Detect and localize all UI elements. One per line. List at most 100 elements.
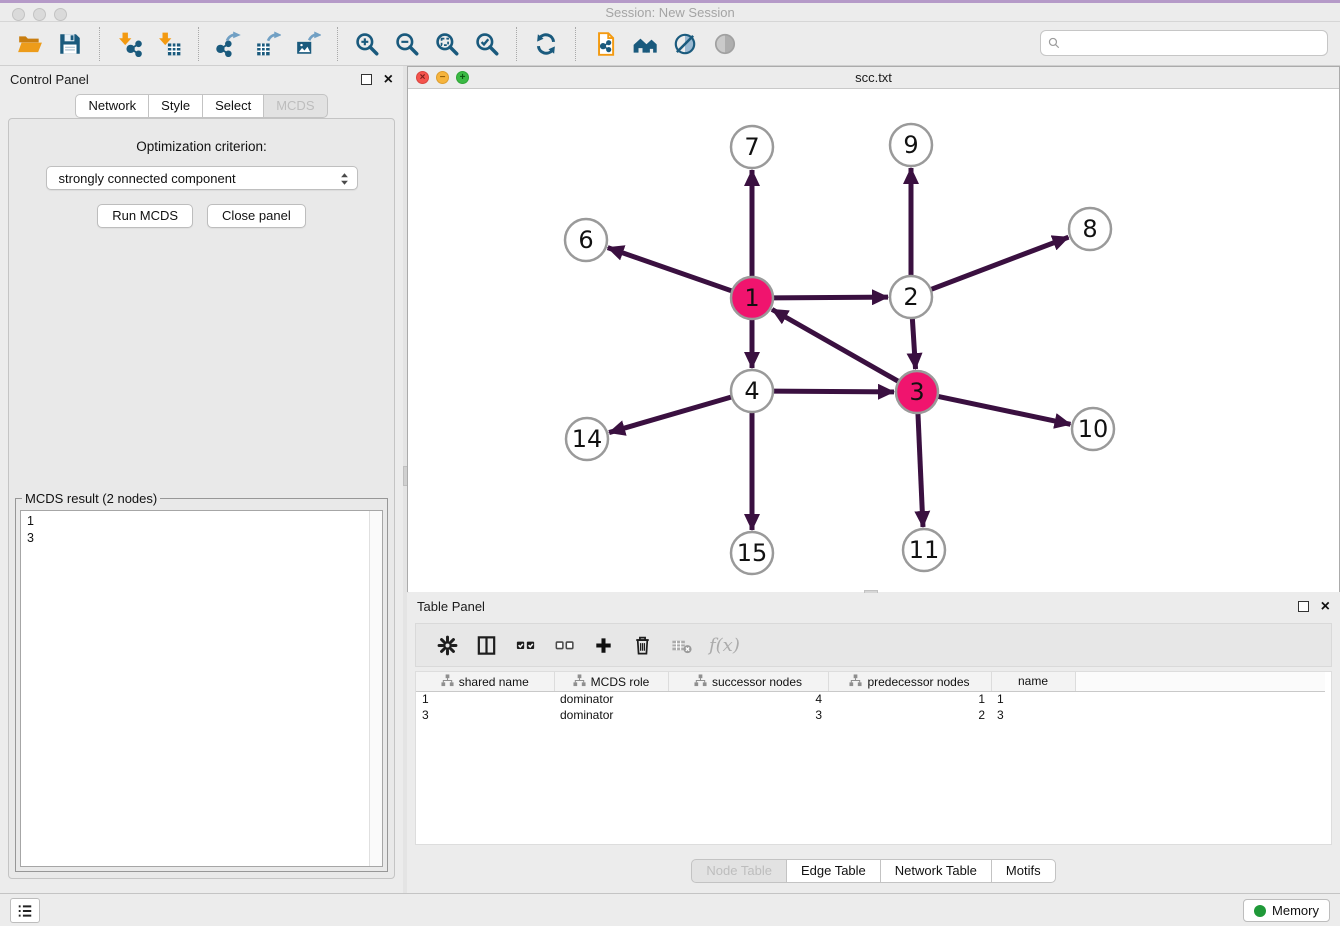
network-from-selection-button[interactable] <box>590 29 620 59</box>
search-icon <box>1047 36 1061 50</box>
cell[interactable]: dominator <box>554 707 668 723</box>
table-tab-network-table[interactable]: Network Table <box>880 859 992 883</box>
add-entry-button[interactable] <box>592 634 615 657</box>
graph-edge-3-10[interactable] <box>938 396 1071 424</box>
right-column: × − + scc.txt 1234678910111415 Table Pan… <box>409 66 1340 893</box>
graph-node-8[interactable]: 8 <box>1069 208 1111 250</box>
float-panel-icon[interactable] <box>361 74 372 85</box>
memory-status-icon <box>1254 905 1266 917</box>
refresh-button[interactable] <box>531 29 561 59</box>
cell[interactable]: 1 <box>416 691 554 707</box>
graph-node-15[interactable]: 15 <box>731 532 773 574</box>
cell[interactable]: 3 <box>416 707 554 723</box>
search-input[interactable] <box>1040 30 1328 56</box>
cell[interactable]: 1 <box>991 691 1075 707</box>
close-panel-button[interactable]: Close panel <box>207 204 306 228</box>
import-table-button[interactable] <box>154 29 184 59</box>
graph-node-10[interactable]: 10 <box>1072 408 1114 450</box>
control-panel-tabs: NetworkStyleSelectMCDS <box>0 94 403 118</box>
cell[interactable]: 4 <box>668 691 828 707</box>
toolbar-separator <box>575 27 576 61</box>
float-table-panel-icon[interactable] <box>1298 601 1309 612</box>
zoom-selected-icon <box>474 31 500 57</box>
mcds-result-area[interactable]: 1 3 <box>20 510 383 867</box>
unselect-all-check-button[interactable] <box>553 634 576 657</box>
graph-edge-1-6[interactable] <box>608 248 732 291</box>
graph-edge-4-14[interactable] <box>609 397 732 433</box>
hide-selected-button[interactable] <box>710 29 740 59</box>
tab-style[interactable]: Style <box>148 94 203 118</box>
network-canvas[interactable]: 1 2 3 4 6 7 8 9 10 11 14 15 <box>408 89 1339 592</box>
zoom-out-button[interactable] <box>392 29 422 59</box>
zoom-fit-button[interactable] <box>432 29 462 59</box>
session-title: Session: New Session <box>0 5 1340 20</box>
export-image-button[interactable] <box>293 29 323 59</box>
mcds-result-group: MCDS result (2 nodes) 1 3 <box>15 491 388 872</box>
graph-node-3[interactable]: 3 <box>896 371 938 413</box>
network-view-window: × − + scc.txt 1234678910111415 <box>407 66 1340 592</box>
visual-styles-button[interactable] <box>670 29 700 59</box>
graph-node-6[interactable]: 6 <box>565 219 607 261</box>
graph-edge-3-11[interactable] <box>918 413 923 527</box>
svg-text:6: 6 <box>578 226 593 254</box>
task-history-button[interactable] <box>10 898 40 923</box>
import-table-icon <box>156 31 182 57</box>
optimization-criterion-select[interactable]: strongly connected component <box>46 166 358 190</box>
close-table-panel-icon[interactable]: × <box>1321 601 1330 612</box>
graph-edge-4-3[interactable] <box>773 391 894 392</box>
zoom-in-button[interactable] <box>352 29 382 59</box>
export-network-button[interactable] <box>213 29 243 59</box>
table-tab-edge-table[interactable]: Edge Table <box>786 859 881 883</box>
cell[interactable]: 3 <box>668 707 828 723</box>
toggle-panel-layout-button[interactable] <box>475 634 498 657</box>
tab-select[interactable]: Select <box>202 94 264 118</box>
result-scrollbar[interactable] <box>369 511 382 866</box>
select-all-check-button[interactable] <box>514 634 537 657</box>
tab-network[interactable]: Network <box>75 94 149 118</box>
first-neighbors-button[interactable] <box>630 29 660 59</box>
column-header-MCDS-role[interactable]: MCDS role <box>554 672 668 691</box>
tab-mcds[interactable]: MCDS <box>263 94 327 118</box>
column-header-predecessor-nodes[interactable]: predecessor nodes <box>828 672 991 691</box>
graph-edge-2-8[interactable] <box>931 237 1069 289</box>
column-header-successor-nodes[interactable]: successor nodes <box>668 672 828 691</box>
cell[interactable]: 3 <box>991 707 1075 723</box>
attribute-icon <box>441 674 454 687</box>
cell[interactable]: 1 <box>828 691 991 707</box>
graph-node-14[interactable]: 14 <box>566 418 608 460</box>
save-session-button[interactable] <box>55 29 85 59</box>
zoom-in-icon <box>354 31 380 57</box>
import-network-button[interactable] <box>114 29 144 59</box>
graph-edge-2-3[interactable] <box>912 318 915 369</box>
table-tab-motifs[interactable]: Motifs <box>991 859 1056 883</box>
delete-entry-button[interactable] <box>631 634 654 657</box>
graph-edge-1-2[interactable] <box>773 297 888 298</box>
memory-label: Memory <box>1272 903 1319 918</box>
graph-node-11[interactable]: 11 <box>903 529 945 571</box>
function-builder-icon: f(x) <box>709 635 740 656</box>
mcds-result-title: MCDS result (2 nodes) <box>22 491 160 506</box>
open-session-button[interactable] <box>15 29 45 59</box>
table-options-button[interactable] <box>436 634 459 657</box>
cell[interactable]: dominator <box>554 691 668 707</box>
run-mcds-button[interactable]: Run MCDS <box>97 204 193 228</box>
table-row[interactable]: 3dominator323 <box>416 707 1325 723</box>
graph-node-4[interactable]: 4 <box>731 370 773 412</box>
graph-node-2[interactable]: 2 <box>890 276 932 318</box>
svg-text:8: 8 <box>1082 215 1097 243</box>
export-table-button[interactable] <box>253 29 283 59</box>
node-table-grid: shared nameMCDS rolesuccessor nodesprede… <box>416 672 1325 723</box>
graph-node-1[interactable]: 1 <box>731 277 773 319</box>
graph-edge-3-1[interactable] <box>772 309 899 381</box>
table-tab-node-table[interactable]: Node Table <box>691 859 787 883</box>
graph-node-9[interactable]: 9 <box>890 124 932 166</box>
cell[interactable]: 2 <box>828 707 991 723</box>
column-header-name[interactable]: name <box>991 672 1075 691</box>
application-window: Session: New Session Control Panel × Net… <box>0 0 1340 926</box>
table-row[interactable]: 1dominator411 <box>416 691 1325 707</box>
zoom-selected-button[interactable] <box>472 29 502 59</box>
column-header-shared-name[interactable]: shared name <box>416 672 554 691</box>
memory-button[interactable]: Memory <box>1243 899 1330 922</box>
close-panel-icon[interactable]: × <box>384 74 393 85</box>
graph-node-7[interactable]: 7 <box>731 126 773 168</box>
